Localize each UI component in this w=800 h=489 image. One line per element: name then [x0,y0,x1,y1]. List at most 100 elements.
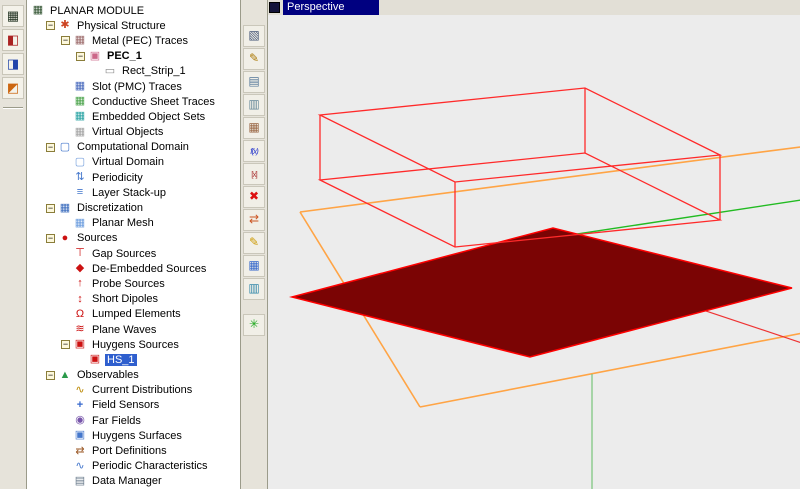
tree-item-label: Virtual Objects [90,126,165,138]
observables-icon [58,369,72,382]
tree-item-conductive-sheet-traces[interactable]: −Conductive Sheet Traces [27,94,240,109]
tree-item-computational-domain[interactable]: − Computational Domain [27,140,240,155]
tree-item-layer-stack-up[interactable]: −Layer Stack-up [27,185,240,200]
tree-item-rect-strip-1[interactable]: −Rect_Strip_1 [27,64,240,79]
collapse-icon[interactable]: − [46,143,55,152]
layer-stackup-icon [73,186,87,199]
tree-item-label: HS_1 [105,354,137,366]
tree-item-label: Discretization [75,202,145,214]
tree-item-de-embedded-sources[interactable]: −De-Embedded Sources [27,261,240,276]
tree-item-observables[interactable]: −Observables [27,368,240,383]
tree-item-hs-1[interactable]: −HS_1 [27,352,240,367]
tree-item-data-manager[interactable]: −Data Manager [27,474,240,489]
editor-view-icon[interactable] [2,29,24,51]
collapse-icon[interactable]: − [76,52,85,61]
tree-item-lumped-elements[interactable]: −Lumped Elements [27,307,240,322]
tree-item-label: Short Dipoles [90,293,160,305]
toolbar-separator [3,107,23,109]
pec-group-icon [88,50,102,63]
sources-icon [58,232,72,245]
tree-item-sources[interactable]: − Sources [27,231,240,246]
table-grid-icon[interactable] [243,255,265,277]
tree-item-port-definitions[interactable]: −Port Definitions [27,443,240,458]
simulation-view-icon[interactable] [2,53,24,75]
physical-structure-icon [58,19,72,32]
boundary-line-top [300,146,800,212]
tree-item-periodicity[interactable]: −Periodicity [27,170,240,185]
tree-item-virtual-domain[interactable]: −Virtual Domain [27,155,240,170]
periodicity-icon [73,171,87,184]
tree-item-short-dipoles[interactable]: −Short Dipoles [27,292,240,307]
tree-item-embedded-object-sets[interactable]: −Embedded Object Sets [27,109,240,124]
huygens-box-wireframe[interactable] [320,88,720,247]
tree-item-discretization[interactable]: − Discretization [27,200,240,215]
variables-icon[interactable] [243,163,265,185]
window-view-icon[interactable] [243,94,265,116]
tree-item-label: Physical Structure [75,20,168,32]
project-tree-icon[interactable] [2,5,24,27]
tree-item-huygens-sources[interactable]: − Huygens Sources [27,337,240,352]
tree-item-metal-pec-traces[interactable]: − Metal (PEC) Traces [27,33,240,48]
pane-corner-icon[interactable] [269,2,280,13]
tree-item-label: Layer Stack-up [90,187,168,199]
lumped-elements-icon [73,308,87,321]
tree-item-virtual-objects[interactable]: −Virtual Objects [27,125,240,140]
plane-waves-icon [73,323,87,336]
delete-icon[interactable] [243,186,265,208]
3d-viewport[interactable]: Perspective [268,0,800,489]
data-manager-icon [73,475,87,488]
current-distributions-icon [73,384,87,397]
pec-plate-object[interactable] [292,228,792,357]
viewport-title: Perspective [283,0,379,15]
collapse-icon[interactable]: − [46,234,55,243]
tree-item-far-fields[interactable]: −Far Fields [27,413,240,428]
tree-item-label: Periodicity [90,172,145,184]
mesh-display-icon[interactable] [243,278,265,300]
tree-item-label: Metal (PEC) Traces [90,35,190,47]
tree-item-planar-module[interactable]: PLANAR MODULE [27,3,240,18]
edit-pencil-icon[interactable] [243,232,265,254]
domain-box-icon[interactable] [243,25,265,47]
results-view-icon[interactable] [2,77,24,99]
de-embedded-sources-icon [73,262,87,275]
tree-item-plane-waves[interactable]: −Plane Waves [27,322,240,337]
update-star-icon[interactable] [243,314,265,336]
tree-item-slot-pmc-traces[interactable]: −Slot (PMC) Traces [27,79,240,94]
collapse-icon[interactable]: − [46,371,55,380]
tree-item-label: Plane Waves [90,324,158,336]
tree-item-label: Computational Domain [75,141,191,153]
huygens-source-icon [88,353,102,366]
tree-item-periodic-characteristics[interactable]: −Periodic Characteristics [27,459,240,474]
collapse-icon[interactable]: − [46,21,55,30]
collapse-icon[interactable]: − [46,204,55,213]
tree-item-label: Gap Sources [90,248,158,260]
collapse-icon[interactable]: − [61,340,70,349]
mesh-grid-icon[interactable] [243,117,265,139]
tree-item-label: Lumped Elements [90,308,183,320]
rect-strip-icon [103,65,117,78]
tree-item-label: Probe Sources [90,278,167,290]
tree-item-field-sensors[interactable]: −Field Sensors [27,398,240,413]
left-toolbar-icons [0,5,26,99]
tree-item-probe-sources[interactable]: −Probe Sources [27,276,240,291]
function-icon[interactable] [243,140,265,162]
planar-mesh-icon [73,217,87,230]
tree-item-label: Sources [75,232,119,244]
tree-item-physical-structure[interactable]: − Physical Structure [27,18,240,33]
tree-item-label: Huygens Sources [90,339,181,351]
transform-icon[interactable] [243,209,265,231]
tree-item-huygens-surfaces[interactable]: −Huygens Surfaces [27,428,240,443]
3d-scene-canvas[interactable] [268,15,800,489]
layers-icon[interactable] [243,71,265,93]
tree-item-current-distributions[interactable]: −Current Distributions [27,383,240,398]
planar-module-window: PLANAR MODULE−Physical Structure−Metal (… [0,0,800,489]
collapse-icon[interactable]: − [61,36,70,45]
tree-item-gap-sources[interactable]: −Gap Sources [27,246,240,261]
tree-item-pec-1[interactable]: −PEC_1 [27,49,240,64]
tree-item-label: Port Definitions [90,445,169,457]
tree-item-planar-mesh[interactable]: −Planar Mesh [27,216,240,231]
tree-item-label: Data Manager [90,475,164,487]
probe-sources-icon [73,277,87,290]
trace-tool-icon[interactable] [243,48,265,70]
virtual-domain-icon [73,156,87,169]
